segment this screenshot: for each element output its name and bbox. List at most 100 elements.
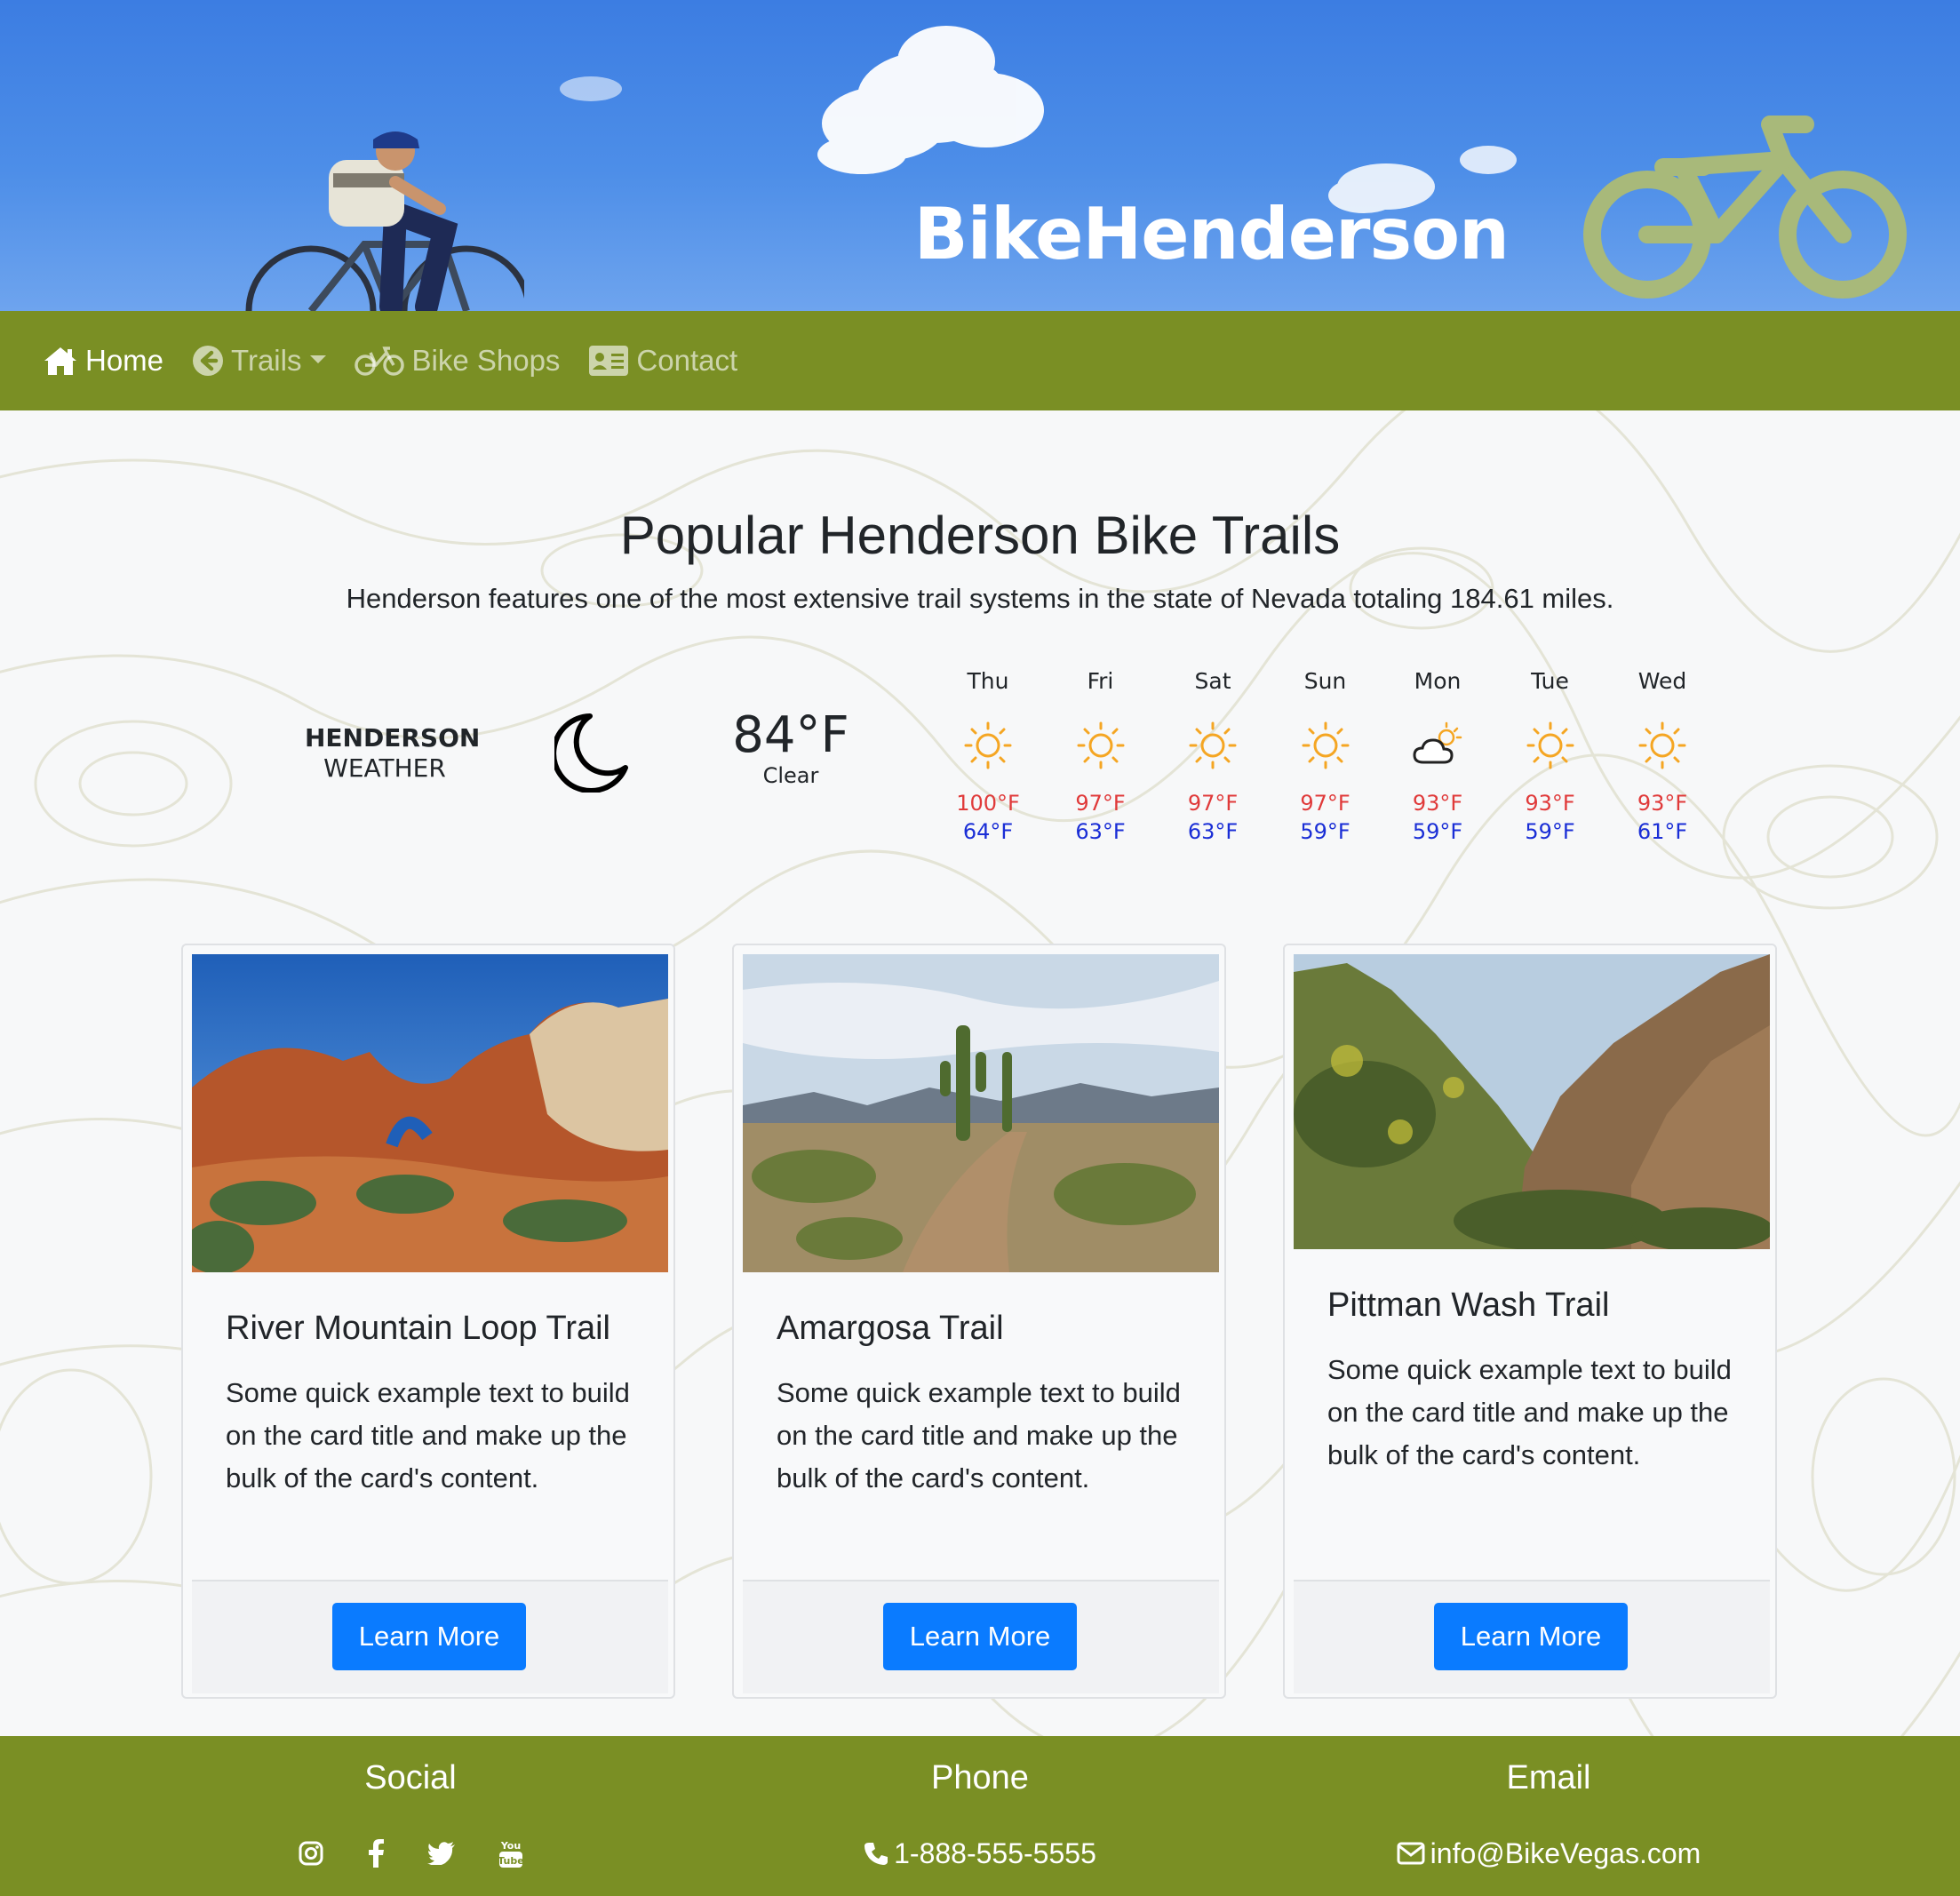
envelope-icon bbox=[1397, 1842, 1425, 1865]
current-weather: 84°F Clear bbox=[711, 708, 871, 788]
forecast-low: 59°F bbox=[1412, 819, 1463, 844]
learn-more-button[interactable]: Learn More bbox=[1434, 1603, 1628, 1670]
forecast-low: 59°F bbox=[1525, 819, 1575, 844]
chevron-down-icon bbox=[310, 355, 327, 363]
card-title: Pittman Wash Trail bbox=[1327, 1287, 1610, 1324]
cloud-graphic bbox=[1460, 146, 1517, 174]
forecast-day-name: Sun bbox=[1303, 668, 1347, 694]
page-subtitle: Henderson features one of the most exten… bbox=[346, 583, 1614, 614]
forecast-high: 97°F bbox=[1300, 791, 1350, 816]
bicycle-icon bbox=[355, 347, 405, 376]
sun-icon bbox=[1268, 705, 1383, 785]
arrow-circle-left-icon bbox=[193, 346, 224, 376]
forecast-day-name: Wed bbox=[1637, 668, 1687, 694]
canyon-cactus-photo bbox=[1294, 954, 1770, 1249]
facebook-icon[interactable] bbox=[367, 1839, 385, 1868]
card-footer: Learn More bbox=[1294, 1580, 1770, 1693]
svg-text:Tube: Tube bbox=[498, 1855, 523, 1867]
nav-contact[interactable]: Contact bbox=[588, 334, 737, 387]
forecast-day: Sun 97°F 59°F bbox=[1268, 666, 1383, 846]
learn-more-button[interactable]: Learn More bbox=[883, 1603, 1077, 1670]
card-text: Some quick example text to build on the … bbox=[1327, 1354, 1732, 1470]
instagram-icon[interactable] bbox=[298, 1840, 324, 1867]
forecast-day-name: Tue bbox=[1531, 668, 1569, 694]
current-temp: 84°F bbox=[732, 706, 849, 764]
forecast-day-name: Sat bbox=[1194, 668, 1231, 694]
card-footer: Learn More bbox=[743, 1580, 1219, 1693]
youtube-icon[interactable]: You Tube bbox=[498, 1838, 523, 1868]
home-icon bbox=[44, 347, 76, 375]
current-condition: Clear bbox=[762, 762, 819, 788]
learn-more-button[interactable]: Learn More bbox=[332, 1603, 526, 1670]
red-rock-arch-photo bbox=[192, 954, 668, 1272]
nav-bike-shops[interactable]: Bike Shops bbox=[355, 334, 560, 387]
trail-card: Amargosa Trail Some quick example text t… bbox=[732, 944, 1226, 1699]
forecast-day-name: Fri bbox=[1087, 668, 1114, 694]
cloud-sun-icon bbox=[1380, 705, 1495, 785]
nav-trails-dropdown[interactable]: Trails bbox=[192, 334, 327, 387]
cloud-graphic bbox=[560, 76, 622, 101]
sun-icon bbox=[1493, 705, 1608, 785]
weather-heading: WEATHER bbox=[323, 753, 446, 783]
nav-home[interactable]: Home bbox=[43, 334, 163, 387]
footer-email-address[interactable]: info@BikeVegas.com bbox=[1430, 1837, 1701, 1870]
address-card-icon bbox=[589, 346, 629, 376]
forecast-low: 64°F bbox=[962, 819, 1014, 844]
cloud-graphic bbox=[817, 26, 1044, 174]
forecast-low: 61°F bbox=[1637, 819, 1688, 844]
nav-trails-label: Trails bbox=[231, 344, 302, 377]
trail-card: Pittman Wash Trail Some quick example te… bbox=[1283, 944, 1777, 1699]
trail-card: River Mountain Loop Trail Some quick exa… bbox=[181, 944, 675, 1699]
forecast-day-name: Thu bbox=[967, 668, 1009, 694]
forecast-day: Fri 97°F 63°F bbox=[1043, 666, 1159, 846]
header-banner: BikeHenderson bbox=[0, 0, 1960, 311]
footer-phone-number[interactable]: 1-888-555-5555 bbox=[894, 1837, 1096, 1870]
forecast-high: 93°F bbox=[1412, 791, 1463, 816]
footer-social-heading: Social bbox=[364, 1759, 457, 1796]
forecast-day-name: Mon bbox=[1414, 668, 1462, 694]
forecast-low: 59°F bbox=[1300, 819, 1350, 844]
card-text: Some quick example text to build on the … bbox=[226, 1377, 630, 1494]
forecast-day: Sat 97°F 63°F bbox=[1155, 666, 1271, 846]
weather-city: HENDERSON bbox=[305, 723, 481, 753]
forecast-high: 93°F bbox=[1525, 791, 1575, 816]
nav-bike-shops-label: Bike Shops bbox=[411, 344, 561, 377]
bicycle-logo-icon bbox=[1583, 116, 1907, 299]
brand-title[interactable]: BikeHenderson bbox=[914, 199, 1510, 270]
footer-phone-heading: Phone bbox=[931, 1759, 1029, 1796]
sun-icon bbox=[1155, 705, 1271, 785]
card-footer: Learn More bbox=[192, 1580, 668, 1693]
forecast-day: Wed 93°F 61°F bbox=[1605, 666, 1720, 846]
card-title: Amargosa Trail bbox=[777, 1310, 1004, 1347]
moon-icon bbox=[554, 713, 628, 793]
forecast-day: Thu 100°F 64°F bbox=[930, 666, 1046, 846]
phone-icon bbox=[864, 1843, 888, 1865]
page-title: Popular Henderson Bike Trails bbox=[619, 506, 1341, 565]
forecast-high: 100°F bbox=[956, 791, 1020, 816]
forecast-day: Mon 93°F 59°F bbox=[1380, 666, 1495, 846]
cyclist-photo bbox=[245, 131, 524, 311]
forecast-high: 93°F bbox=[1637, 791, 1688, 816]
weather-location-label: HENDERSON WEATHER bbox=[305, 723, 481, 783]
main-navbar: Home Trails Bike Shops Contact bbox=[0, 311, 1960, 410]
forecast-day: Tue 93°F 59°F bbox=[1493, 666, 1608, 846]
forecast-low: 63°F bbox=[1187, 819, 1239, 844]
sun-icon bbox=[1043, 705, 1159, 785]
forecast-high: 97°F bbox=[1075, 791, 1126, 816]
nav-contact-label: Contact bbox=[636, 344, 738, 377]
sun-icon bbox=[930, 705, 1046, 785]
desert-path-saguaro-photo bbox=[743, 954, 1219, 1272]
twitter-icon[interactable] bbox=[427, 1842, 456, 1865]
footer-social: Social You Tube bbox=[233, 1756, 588, 1873]
main-content: Popular Henderson Bike Trails Henderson … bbox=[0, 410, 1960, 1736]
card-title: River Mountain Loop Trail bbox=[226, 1310, 610, 1347]
footer-email-heading: Email bbox=[1506, 1759, 1591, 1796]
footer-phone: Phone 1-888-555-5555 bbox=[802, 1756, 1158, 1873]
forecast-low: 63°F bbox=[1075, 819, 1126, 844]
nav-home-label: Home bbox=[85, 344, 164, 377]
forecast-high: 97°F bbox=[1187, 791, 1239, 816]
footer-email: Email info@BikeVegas.com bbox=[1371, 1756, 1726, 1873]
sun-icon bbox=[1605, 705, 1720, 785]
site-footer: Social You Tube Phone 1-888-555-5555 Emai… bbox=[0, 1736, 1960, 1896]
card-text: Some quick example text to build on the … bbox=[777, 1377, 1181, 1494]
